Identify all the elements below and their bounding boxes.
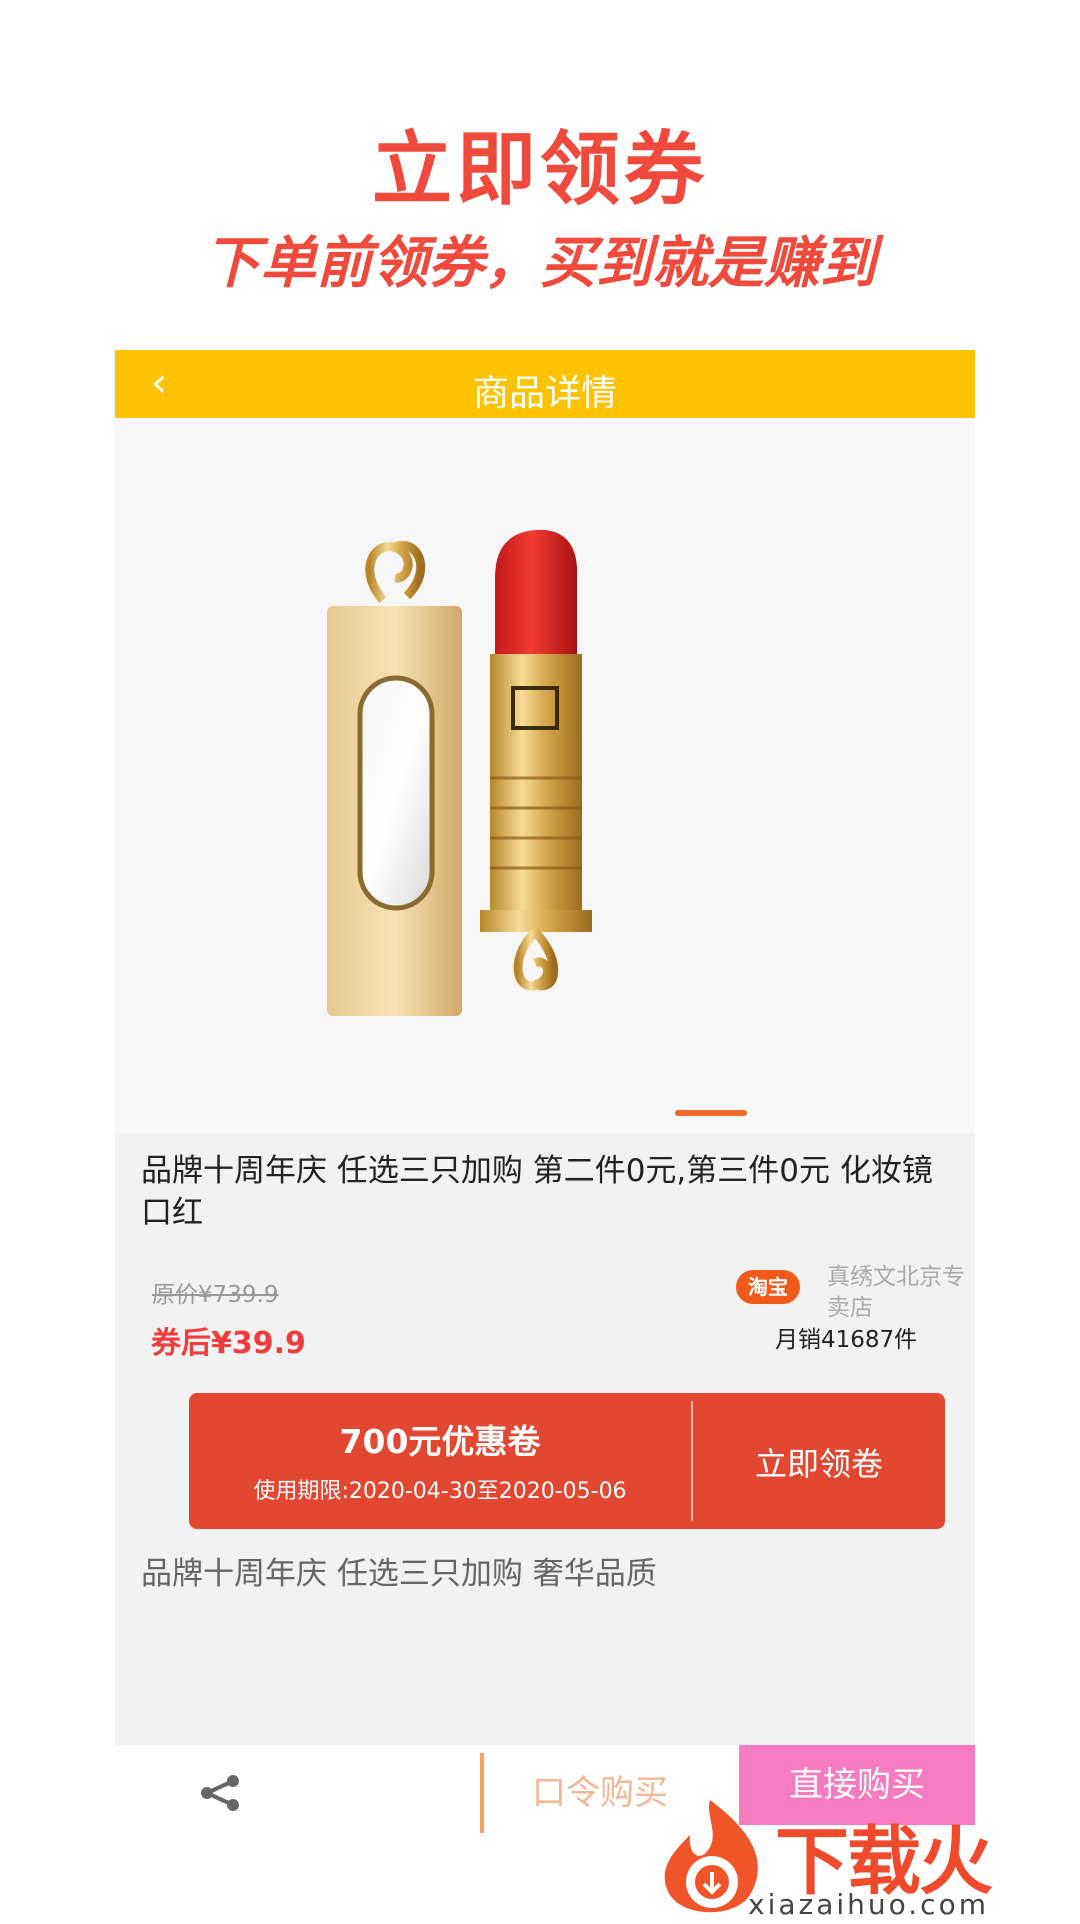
coupon-card[interactable]: 700元优惠卷 使用期限:2020-04-30至2020-05-06 立即领卷 <box>189 1393 945 1529</box>
navbar: ‹ 商品详情 <box>115 350 975 418</box>
promo-subtitle: 下单前领券，买到就是赚到 <box>204 231 876 296</box>
coupon-validity: 使用期限:2020-04-30至2020-05-06 <box>253 1479 627 1504</box>
claim-coupon-button[interactable]: 立即领卷 <box>693 1439 945 1485</box>
product-title: 品牌十周年庆 任选三只加购 第二件0元,第三件0元 化妆镜口红 <box>141 1153 933 1231</box>
product-description: 品牌十周年庆 任选三只加购 奢华品质 <box>141 1556 657 1592</box>
slide-indicator <box>675 1110 747 1116</box>
phone-screen: ‹ 商品详情 品牌十周年庆 任选三只加购 第二件0元,第三件0元 化妆镜口红 原… <box>115 350 975 1745</box>
lipstick-tube <box>490 654 582 914</box>
page-title: 商品详情 <box>472 373 617 414</box>
lipstick-base <box>480 910 592 932</box>
product-image-gallery[interactable] <box>115 418 975 1133</box>
promo-title: 立即领券 <box>372 123 708 216</box>
original-price: 原价¥739.9 <box>152 1282 279 1308</box>
bar-divider <box>480 1753 484 1833</box>
lipstick-ornament <box>513 928 559 991</box>
share-icon[interactable] <box>197 1773 243 1817</box>
lipstick-bullet <box>495 529 577 658</box>
case-ornament <box>365 541 426 603</box>
monthly-sales: 月销41687件 <box>775 1327 918 1353</box>
watermark-url: xiazaihuo.com <box>748 1888 989 1921</box>
coupon-amount: 700元优惠卷 <box>339 1422 541 1461</box>
taobao-badge: 淘宝 <box>736 1270 800 1304</box>
store-name[interactable]: 真绣文北京专卖店 <box>827 1262 967 1324</box>
product-image <box>327 529 592 1016</box>
case-mirror <box>357 675 435 911</box>
coupon-price: 券后¥39.9 <box>151 1326 306 1361</box>
